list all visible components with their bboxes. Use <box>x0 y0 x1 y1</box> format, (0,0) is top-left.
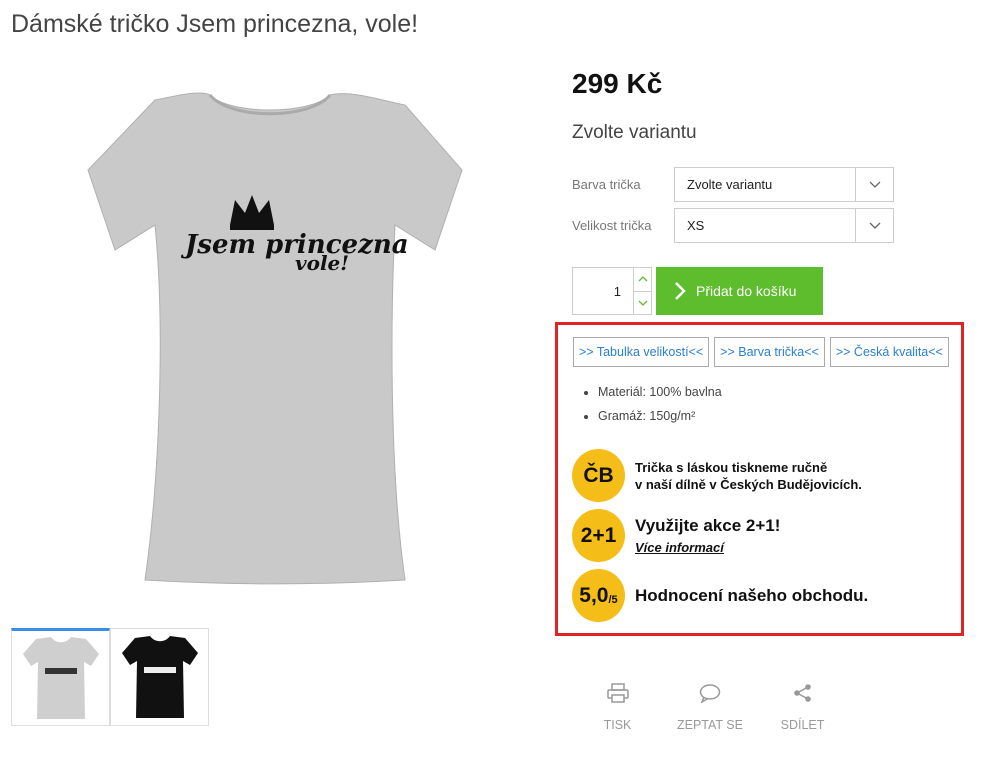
variant-label-color: Barva trička <box>572 177 641 192</box>
variant-row-color: Barva trička Zvolte variantu <box>572 167 894 202</box>
chat-icon <box>699 680 721 706</box>
add-to-cart-label: Přidat do košíku <box>696 283 797 299</box>
feature-promo: 2+1 Využijte akce 2+1! Více informací <box>572 509 780 562</box>
printer-icon <box>606 680 629 706</box>
ask-action[interactable]: ZEPTAT SE <box>660 680 760 732</box>
feature-line: Trička s láskou tiskneme ručně <box>635 459 828 475</box>
spec-material: Materiál: 100% bavlna <box>598 385 722 399</box>
more-info-link[interactable]: Více informací <box>635 540 780 555</box>
feature-line: v naší dílně v Českých Budějovicích. <box>635 476 862 492</box>
share-label: SDÍLET <box>780 718 825 732</box>
color-select-value: Zvolte variantu <box>687 177 773 192</box>
chevron-right-icon <box>674 281 686 301</box>
info-links: >> Tabulka velikostí<< >> Barva trička<<… <box>573 337 949 367</box>
spec-list: Materiál: 100% bavlna Gramáž: 150g/m² <box>598 385 722 433</box>
variant-heading: Zvolte variantu <box>572 122 697 143</box>
shirt-color-link[interactable]: >> Barva trička<< <box>714 337 825 367</box>
size-select[interactable]: XS <box>674 208 894 243</box>
variant-row-size: Velikost trička XS <box>572 208 894 243</box>
chevron-down-icon <box>855 168 893 201</box>
rating-value: 5,0 <box>579 583 609 607</box>
ask-label: ZEPTAT SE <box>677 718 743 732</box>
rating-scale: /5 <box>608 593 618 606</box>
thumbnail-white[interactable] <box>11 628 110 726</box>
quantity-increase-button[interactable] <box>634 268 651 291</box>
info-highlight-box: >> Tabulka velikostí<< >> Barva trička<<… <box>555 322 964 636</box>
promo-badge: 2+1 <box>572 509 625 562</box>
color-select[interactable]: Zvolte variantu <box>674 167 894 202</box>
product-title: Dámské tričko Jsem princezna, vole! <box>11 10 419 38</box>
share-action[interactable]: SDÍLET <box>760 680 845 732</box>
gallery-thumbnails <box>11 628 209 726</box>
print-action[interactable]: TISK <box>575 680 660 732</box>
feature-rating: 5,0/5 Hodnocení našeho obchodu. <box>572 569 868 622</box>
print-label: TISK <box>603 718 632 732</box>
spec-weight: Gramáž: 150g/m² <box>598 409 722 423</box>
size-table-link[interactable]: >> Tabulka velikostí<< <box>573 337 710 367</box>
add-to-cart-button[interactable]: Přidat do košíku <box>656 267 823 315</box>
feature-local-print: ČB Trička s láskou tiskneme ručně v naší… <box>572 449 862 502</box>
rating-badge: 5,0/5 <box>572 569 625 622</box>
quantity-stepper[interactable]: 1 <box>572 267 652 315</box>
rating-text[interactable]: Hodnocení našeho obchodu. <box>635 586 868 606</box>
cb-badge: ČB <box>572 449 625 502</box>
promo-title: Využijte akce 2+1! <box>635 516 781 535</box>
chevron-down-icon <box>855 209 893 242</box>
czech-quality-link[interactable]: >> Česká kvalita<< <box>829 337 949 367</box>
quantity-input[interactable]: 1 <box>573 268 633 314</box>
product-price: 299 Kč <box>572 68 663 99</box>
thumbnail-black[interactable] <box>110 628 209 726</box>
variant-label-size: Velikost trička <box>572 218 652 233</box>
product-actions: TISK ZEPTAT SE SDÍLET <box>575 680 845 732</box>
size-select-value: XS <box>687 218 705 233</box>
product-main-image[interactable]: Jsem princezna vole! <box>60 75 490 595</box>
quantity-decrease-button[interactable] <box>634 290 651 315</box>
print-text-2: vole! <box>295 251 349 275</box>
share-icon <box>793 680 813 706</box>
